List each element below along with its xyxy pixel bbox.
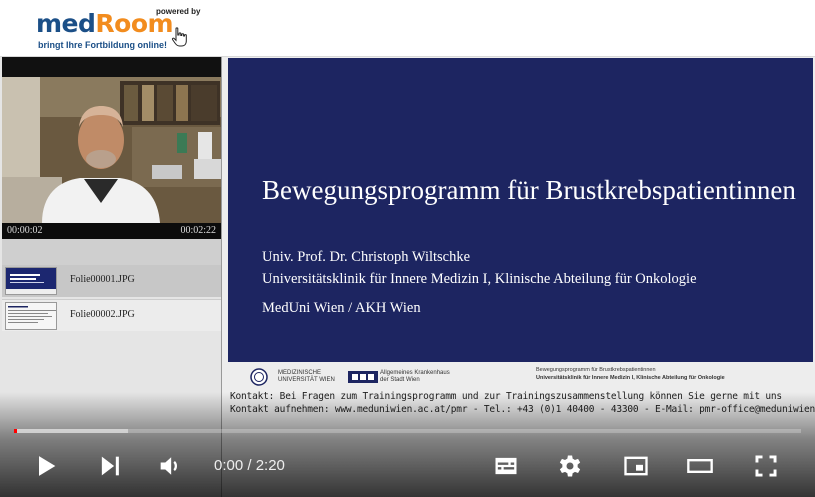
play-icon <box>39 456 56 476</box>
volume-icon <box>160 457 177 475</box>
footer-program-title: Bewegungsprogramm für Brustkrebspatienti… <box>536 367 656 373</box>
next-icon <box>101 456 119 476</box>
play-button[interactable] <box>28 448 64 484</box>
slide-filename: Folie00001.JPG <box>70 274 135 285</box>
video-player[interactable]: medRoom powered by bringt Ihre Fortbildu… <box>0 0 815 497</box>
gear-icon <box>559 455 581 477</box>
time-display: 0:00 / 2:20 <box>214 457 285 474</box>
speaker-camera-view <box>2 77 221 223</box>
contact-text-line: Kontakt: Bei Fragen zum Trainingsprogram… <box>230 391 782 402</box>
slide-list-header <box>2 239 221 266</box>
slide-filename: Folie00002.JPG <box>70 309 135 320</box>
akh-logo-icon <box>348 371 378 383</box>
slide-thumbnail <box>5 267 57 295</box>
footer-clinic-name: Universitätsklinik für Innere Medizin I,… <box>536 375 725 381</box>
institution-logos: Medizinische Universität Wien Allgemeines… <box>248 367 450 387</box>
theater-button[interactable] <box>682 448 718 484</box>
powered-by-label: powered by <box>156 7 201 16</box>
speaker-video-frame <box>2 77 221 223</box>
slide-clinic: Universitätsklinik für Innere Medizin I,… <box>262 271 697 287</box>
fullscreen-button[interactable] <box>748 448 784 484</box>
slide-footer: Medizinische Universität Wien Allgemeines… <box>228 362 815 422</box>
miniplayer-icon <box>624 456 648 476</box>
meduni-name: Medizinische Universität Wien <box>278 370 335 383</box>
contact-text-line: Kontakt aufnehmen: www.meduniwien.ac.at/… <box>230 404 815 415</box>
progress-played <box>14 429 17 433</box>
meduni-seal-icon <box>250 368 268 386</box>
theater-icon <box>687 459 713 473</box>
progress-bar[interactable] <box>14 429 801 433</box>
slide-thumbnail <box>5 302 57 330</box>
logo-tagline: bringt Ihre Fortbildung online! <box>38 40 167 50</box>
next-button[interactable] <box>92 448 128 484</box>
presentation-slide: Bewegungsprogramm für Brustkrebspatienti… <box>228 58 813 362</box>
slide-list-item[interactable]: Folie00001.JPG <box>2 265 221 297</box>
slide-thumbnail-graphic <box>6 274 56 294</box>
elapsed-time: 00:00:02 <box>7 225 43 236</box>
settings-button[interactable] <box>552 448 588 484</box>
slide-list-item[interactable]: Folie00002.JPG <box>2 299 221 331</box>
mute-button[interactable] <box>152 448 188 484</box>
medroom-logo[interactable]: medRoom powered by bringt Ihre Fortbildu… <box>36 7 206 52</box>
pointer-hand-icon <box>171 27 187 47</box>
subtitles-icon <box>495 457 517 475</box>
slide-title: Bewegungsprogramm für Brustkrebspatienti… <box>262 175 796 205</box>
miniplayer-button[interactable] <box>618 448 654 484</box>
camera-letterbox <box>2 57 221 77</box>
fullscreen-icon <box>755 455 777 477</box>
slide-author: Univ. Prof. Dr. Christoph Wiltschke <box>262 249 471 265</box>
camera-timebar: 00:00:02 00:02:22 <box>2 223 221 239</box>
slide-thumbnail-graphic <box>8 306 56 323</box>
header: medRoom powered by bringt Ihre Fortbildu… <box>0 0 815 57</box>
akh-name: Allgemeines Krankenhaus der Stadt Wien <box>380 370 450 383</box>
subtitles-button[interactable] <box>488 448 524 484</box>
slide-site: MedUni Wien / AKH Wien <box>262 300 421 316</box>
logo-wordmark: medRoom <box>36 9 174 38</box>
progress-buffered <box>14 429 128 433</box>
total-time: 00:02:22 <box>180 225 216 236</box>
